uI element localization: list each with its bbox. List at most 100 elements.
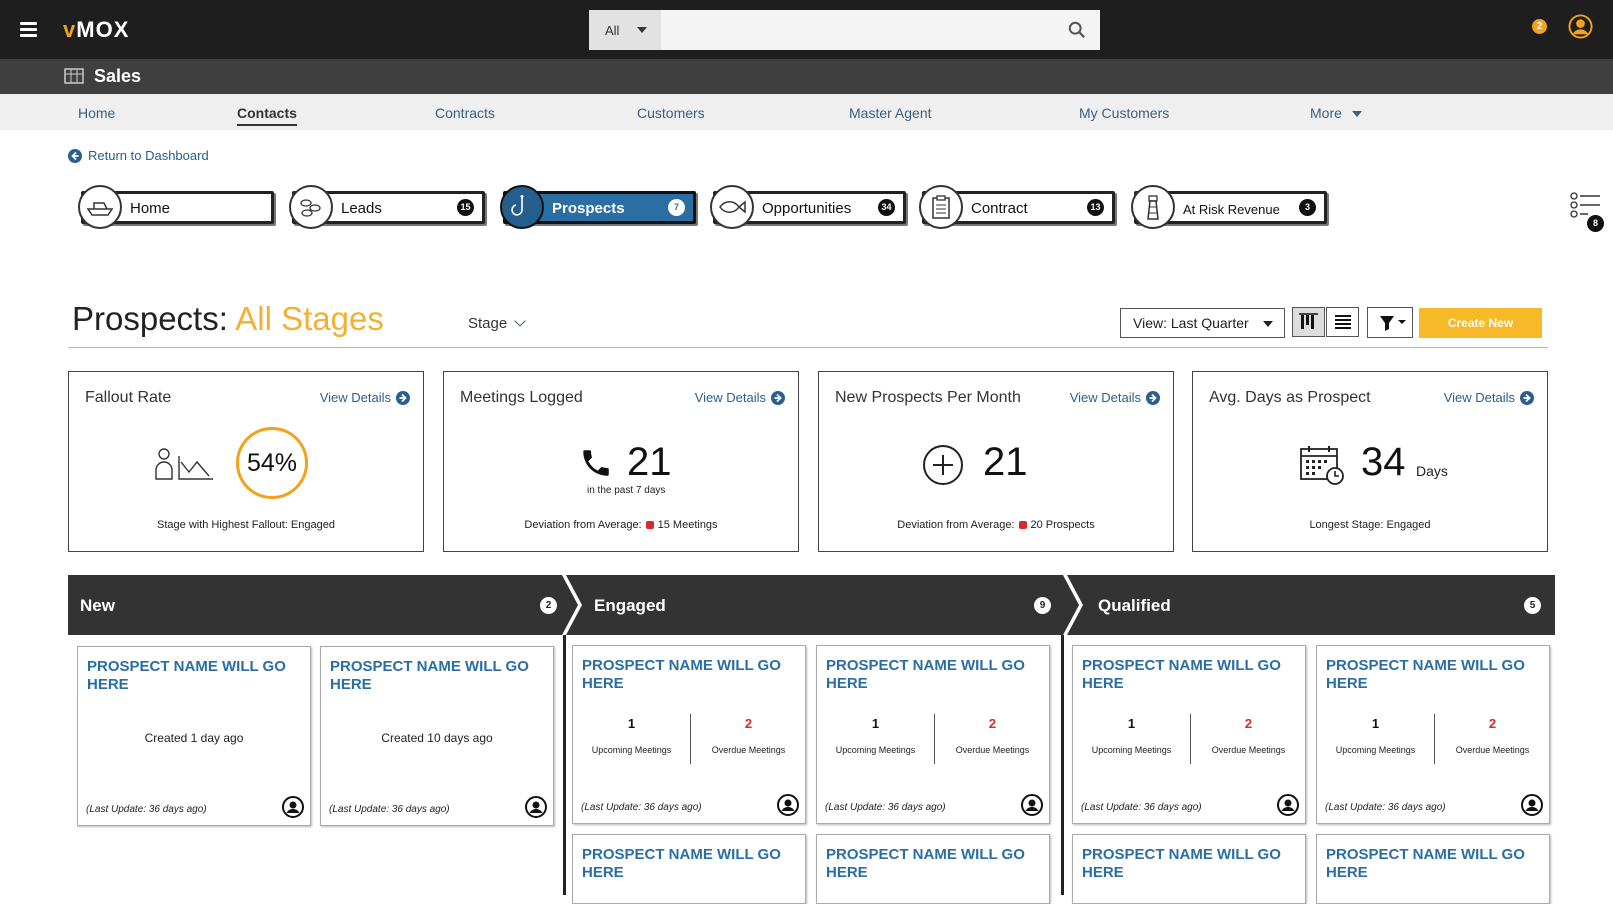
prospect-name[interactable]: PROSPECT NAME WILL GO HERE — [826, 657, 1039, 693]
app-logo[interactable]: vMOX — [63, 17, 129, 43]
stage-tab-home[interactable]: Home — [78, 185, 274, 229]
lane-count-badge: 2 — [540, 597, 557, 614]
filter-button[interactable] — [1367, 307, 1413, 338]
arrow-right-circle-icon — [1520, 390, 1534, 405]
title-divider — [68, 347, 1548, 348]
kpi-footer: Longest Stage: Engaged — [1309, 519, 1431, 531]
user-avatar-icon[interactable] — [282, 796, 304, 818]
lane-header-new[interactable]: New 2 — [68, 575, 564, 635]
nav-item-master-agent[interactable]: Master Agent — [849, 105, 932, 121]
search-icon[interactable] — [1068, 21, 1086, 39]
checklist-icon[interactable]: 8 — [1570, 192, 1604, 232]
stage-tab-label: Leads — [341, 200, 382, 217]
user-avatar-icon[interactable] — [1568, 14, 1593, 39]
prospect-card[interactable]: PROSPECT NAME WILL GO HERE — [572, 834, 806, 904]
view-details-label: View Details — [1069, 390, 1141, 405]
last-update-text: (Last Update: 36 days ago) — [581, 802, 702, 813]
kpi-footer: Deviation from Average: 20 Prospects — [897, 519, 1095, 531]
nav-item-contracts[interactable]: Contracts — [435, 105, 495, 121]
stage-tab-label: Home — [130, 200, 171, 217]
view-details-link[interactable]: View Details — [1444, 390, 1534, 405]
chevron-down-icon — [1263, 321, 1273, 327]
stage-count-badge: 13 — [1087, 199, 1104, 216]
last-update-text: (Last Update: 36 days ago) — [1081, 802, 1202, 813]
prospect-card[interactable]: PROSPECT NAME WILL GO HERE — [816, 834, 1050, 904]
stage-count-badge: 3 — [1299, 199, 1316, 216]
stage-tab-contract[interactable]: Contract 13 — [919, 185, 1115, 229]
kpi-card-fallout-rate: Fallout Rate View Details 54% Stage with… — [68, 371, 424, 552]
nav-item-home[interactable]: Home — [78, 105, 115, 121]
nav-item-customers[interactable]: Customers — [637, 105, 705, 121]
user-avatar-icon[interactable] — [777, 794, 799, 816]
prospect-name[interactable]: PROSPECT NAME WILL GO HERE — [1082, 846, 1295, 882]
prospect-name[interactable]: PROSPECT NAME WILL GO HERE — [826, 846, 1039, 882]
lane-count-badge: 5 — [1524, 597, 1541, 614]
user-avatar-icon[interactable] — [1021, 794, 1043, 816]
prospect-card[interactable]: PROSPECT NAME WILL GO HERE 1 Upcoming Mee… — [1072, 645, 1306, 824]
upcoming-meetings: 1 Upcoming Meetings — [1335, 716, 1416, 755]
arrow-right-circle-icon — [771, 390, 785, 405]
kpi-title: New Prospects Per Month — [835, 389, 1021, 406]
stage-count-badge: 34 — [878, 199, 895, 216]
sales-module-icon — [64, 68, 84, 84]
stage-tab-leads[interactable]: Leads 15 — [289, 185, 485, 229]
nav-item-contacts[interactable]: Contacts — [237, 105, 297, 126]
nav-item-my-customers[interactable]: My Customers — [1079, 105, 1169, 121]
prospect-card[interactable]: PROSPECT NAME WILL GO HERE 1 Upcoming Mee… — [1316, 645, 1550, 824]
person-decline-icon — [155, 448, 213, 480]
prospect-name[interactable]: PROSPECT NAME WILL GO HERE — [1326, 846, 1539, 882]
user-avatar-icon[interactable] — [1521, 794, 1543, 816]
stage-tab-opportunities[interactable]: Opportunities 34 — [710, 185, 906, 229]
prospect-name[interactable]: PROSPECT NAME WILL GO HERE — [87, 658, 300, 694]
kpi-value: 21 — [983, 440, 1028, 484]
fish-icon — [710, 185, 754, 229]
user-avatar-icon[interactable] — [1277, 794, 1299, 816]
prospect-card[interactable]: PROSPECT NAME WILL GO HERE Created 10 da… — [320, 646, 554, 826]
view-details-link[interactable]: View Details — [1070, 390, 1160, 405]
prospect-name[interactable]: PROSPECT NAME WILL GO HERE — [582, 657, 795, 693]
phone-icon — [583, 450, 609, 476]
upcoming-meetings: 1 Upcoming Meetings — [835, 716, 916, 755]
hamburger-menu-icon[interactable] — [20, 22, 37, 37]
stage-tab-prospects[interactable]: Prospects 7 — [500, 185, 696, 229]
stage-filter-dropdown[interactable]: Stage — [468, 315, 526, 332]
kpi-card-meetings-logged: Meetings Logged View Details 21 in the p… — [443, 371, 799, 552]
stage-count-badge: 15 — [457, 199, 474, 216]
view-details-label: View Details — [1443, 390, 1515, 405]
prospect-card[interactable]: PROSPECT NAME WILL GO HERE 1 Upcoming Mee… — [572, 645, 806, 824]
list-view-button[interactable] — [1326, 307, 1359, 337]
user-avatar-icon[interactable] — [525, 796, 547, 818]
board-view-button[interactable] — [1292, 307, 1325, 337]
kpi-value: 34 — [1361, 440, 1406, 484]
prospect-card[interactable]: PROSPECT NAME WILL GO HERE — [1316, 834, 1550, 904]
prospect-name[interactable]: PROSPECT NAME WILL GO HERE — [1082, 657, 1295, 693]
prospect-card[interactable]: PROSPECT NAME WILL GO HERE 1 Upcoming Mee… — [816, 645, 1050, 824]
nav-item-more[interactable]: More — [1310, 105, 1362, 121]
return-to-dashboard-link[interactable]: Return to Dashboard — [68, 148, 209, 163]
lane-name: New — [80, 596, 115, 615]
prospect-name[interactable]: PROSPECT NAME WILL GO HERE — [582, 846, 795, 882]
stage-tab-at-risk-revenue[interactable]: At Risk Revenue 3 — [1131, 185, 1327, 229]
notification-badge[interactable]: 2 — [1532, 19, 1547, 34]
lane-header-qualified[interactable]: Qualified 5 — [1083, 575, 1555, 635]
kpi-footer: Stage with Highest Fallout: Engaged — [157, 519, 335, 531]
view-details-link[interactable]: View Details — [320, 390, 410, 405]
prospect-name[interactable]: PROSPECT NAME WILL GO HERE — [330, 658, 543, 694]
lane-header-engaged[interactable]: Engaged 9 — [582, 575, 1065, 635]
search-scope-select[interactable]: All — [589, 10, 661, 50]
prospect-card[interactable]: PROSPECT NAME WILL GO HERE — [1072, 834, 1306, 904]
create-new-button[interactable]: Create New — [1419, 308, 1542, 338]
kpi-value: 21 — [627, 440, 672, 484]
module-bar: Sales — [0, 59, 1613, 94]
prospect-name[interactable]: PROSPECT NAME WILL GO HERE — [1326, 657, 1539, 693]
prospect-card[interactable]: PROSPECT NAME WILL GO HERE Created 1 day… — [77, 646, 311, 826]
view-details-link[interactable]: View Details — [695, 390, 785, 405]
module-title: Sales — [94, 66, 142, 86]
view-period-label: View: Last Quarter — [1133, 315, 1249, 331]
stage-filter-label: Stage — [468, 315, 508, 332]
search-input[interactable] — [661, 10, 1100, 50]
view-period-select[interactable]: View: Last Quarter — [1120, 308, 1285, 338]
stage-count-badge: 7 — [668, 199, 685, 216]
stage-tab-label: Opportunities — [762, 200, 852, 217]
chevron-down-icon — [514, 315, 526, 327]
